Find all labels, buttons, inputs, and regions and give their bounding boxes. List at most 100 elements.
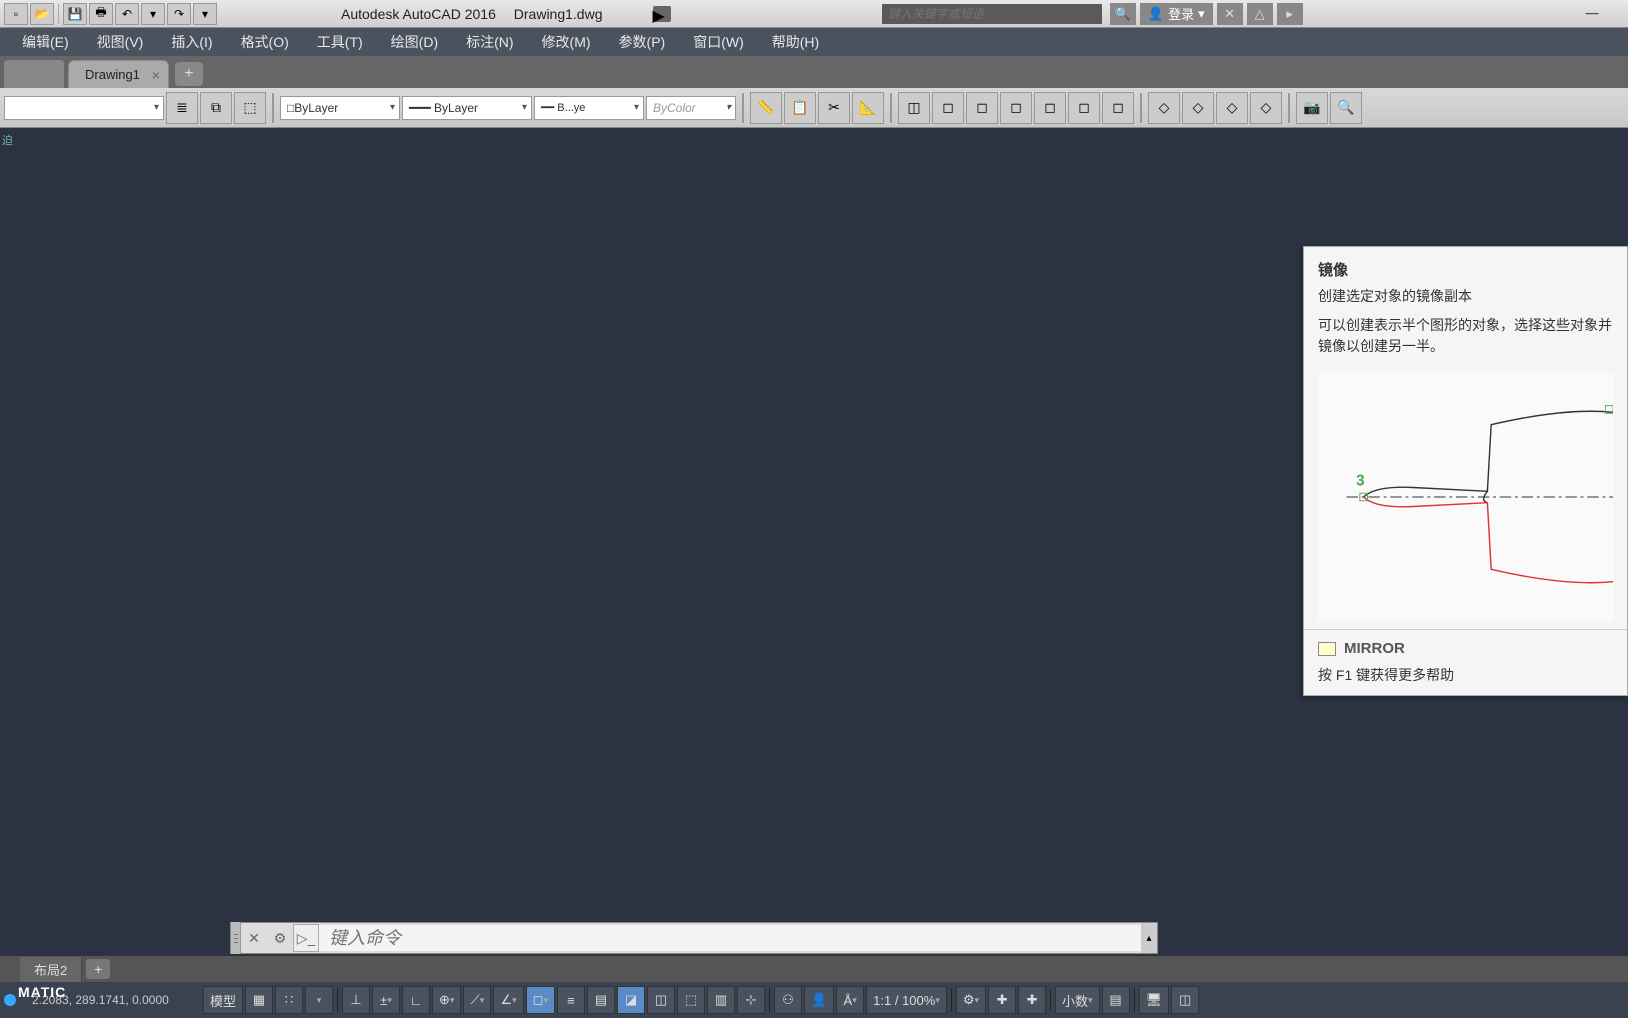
- undo-button[interactable]: ↶: [115, 3, 139, 25]
- ann-vis-button[interactable]: ⚇: [774, 986, 802, 1014]
- print-button[interactable]: 🖶: [89, 3, 113, 25]
- layout-add-button[interactable]: +: [86, 959, 110, 979]
- command-input[interactable]: [319, 925, 1141, 951]
- dyn-button[interactable]: ±: [372, 986, 400, 1014]
- ortho-button[interactable]: ∟: [402, 986, 430, 1014]
- iso-se-button[interactable]: ◇: [1182, 92, 1214, 124]
- command-prompt-icon[interactable]: ▷_: [293, 924, 319, 952]
- scale-button[interactable]: 1:1 / 100%: [866, 986, 947, 1014]
- binoculars-icon[interactable]: 🔍: [1110, 3, 1136, 25]
- iso-ne-button[interactable]: ◇: [1216, 92, 1248, 124]
- hw-button[interactable]: ◫: [1171, 986, 1199, 1014]
- view-left-button[interactable]: ◻: [1000, 92, 1032, 124]
- layer-combo[interactable]: [4, 96, 164, 120]
- exchange-icon[interactable]: ✕: [1217, 3, 1243, 25]
- iso-sw-button[interactable]: ◇: [1148, 92, 1180, 124]
- search-box[interactable]: [882, 4, 1102, 24]
- units-button[interactable]: 小数: [1055, 986, 1100, 1014]
- view-right-button[interactable]: ◻: [1034, 92, 1066, 124]
- layer-iso-button[interactable]: ⧉: [200, 92, 232, 124]
- save-button[interactable]: 💾: [63, 3, 87, 25]
- workspace-button[interactable]: ⚙: [956, 986, 986, 1014]
- layer-prev-button[interactable]: ⬚: [234, 92, 266, 124]
- app-play-icon[interactable]: ▶: [653, 6, 671, 22]
- polar-button[interactable]: ⊕: [432, 986, 461, 1014]
- view-bottom-button[interactable]: ◻: [1102, 92, 1134, 124]
- drawing-canvas[interactable]: 迫 镜像 创建选定对象的镜像副本 可以创建表示半个图形的对象，选择这些对象并镜像…: [0, 128, 1628, 874]
- command-expand-button[interactable]: ▴: [1141, 923, 1157, 953]
- add-tab-button[interactable]: +: [175, 62, 203, 86]
- tab-label: Drawing1: [85, 67, 140, 82]
- window-controls: ─: [1522, 4, 1628, 24]
- menu-dimension[interactable]: 标注(N): [452, 28, 527, 56]
- measure-button[interactable]: 📏: [750, 92, 782, 124]
- block-button[interactable]: ◫: [898, 92, 930, 124]
- minimize-button[interactable]: ─: [1572, 4, 1612, 24]
- qprops2-button[interactable]: ▤: [1102, 986, 1130, 1014]
- redo-drop[interactable]: ▾: [193, 3, 217, 25]
- command-drag-handle[interactable]: [231, 922, 241, 954]
- infer-button[interactable]: ⊥: [342, 986, 370, 1014]
- menu-insert[interactable]: 插入(I): [157, 28, 226, 56]
- canvas-marker: 迫: [2, 132, 13, 148]
- file-tab-drawing1[interactable]: Drawing1 ×: [68, 60, 169, 88]
- undo-drop[interactable]: ▾: [141, 3, 165, 25]
- 3dosnap-button[interactable]: ◫: [647, 986, 675, 1014]
- command-options-button[interactable]: ⚙: [267, 924, 293, 952]
- view-top-button[interactable]: ◻: [932, 92, 964, 124]
- zoom-button[interactable]: 🔍: [1330, 92, 1362, 124]
- a360-icon[interactable]: △: [1247, 3, 1273, 25]
- command-close-button[interactable]: ✕: [241, 924, 267, 952]
- autoscale-button[interactable]: 👤: [804, 986, 834, 1014]
- lock-button[interactable]: 🖥: [1139, 986, 1170, 1014]
- paste-button[interactable]: 📋: [784, 92, 816, 124]
- search-input[interactable]: [888, 7, 1096, 21]
- annmon-button[interactable]: ✚: [988, 986, 1016, 1014]
- new-button[interactable]: ▫: [4, 3, 28, 25]
- plotstyle-combo[interactable]: ByColor: [646, 96, 736, 120]
- iso-nw-button[interactable]: ◇: [1250, 92, 1282, 124]
- view-front-button[interactable]: ◻: [966, 92, 998, 124]
- cycle-button[interactable]: ◪: [617, 986, 645, 1014]
- more-icon[interactable]: ▸: [1277, 3, 1303, 25]
- menu-window[interactable]: 窗口(W): [679, 28, 758, 56]
- transparency-button[interactable]: ▤: [587, 986, 615, 1014]
- snap-drop[interactable]: [305, 986, 333, 1014]
- tab-close-icon[interactable]: ×: [152, 67, 160, 83]
- osnap-track-button[interactable]: ∠: [493, 986, 523, 1014]
- layer-props-button[interactable]: ≣: [166, 92, 198, 124]
- qprops-button[interactable]: ✚: [1018, 986, 1046, 1014]
- ducs-button[interactable]: ⬚: [677, 986, 705, 1014]
- layout-tab-2[interactable]: 布局2: [20, 957, 82, 982]
- annoscale-button[interactable]: Å: [836, 986, 864, 1014]
- command-line[interactable]: ✕ ⚙ ▷_ ▴: [230, 922, 1158, 954]
- cut-button[interactable]: ✂: [818, 92, 850, 124]
- menu-parametric[interactable]: 参数(P): [605, 28, 680, 56]
- gizmo-button[interactable]: ⊹: [737, 986, 765, 1014]
- lineweight-combo[interactable]: ━━ B...ye: [534, 96, 644, 120]
- open-button[interactable]: 📂: [30, 3, 54, 25]
- selfilter-button[interactable]: ▥: [707, 986, 735, 1014]
- props-button[interactable]: 📐: [852, 92, 884, 124]
- menu-format[interactable]: 格式(O): [227, 28, 303, 56]
- lw-button[interactable]: ≡: [557, 986, 585, 1014]
- menu-view[interactable]: 视图(V): [83, 28, 158, 56]
- view-back-button[interactable]: ◻: [1068, 92, 1100, 124]
- color-combo[interactable]: □ByLayer: [280, 96, 400, 120]
- snap-button[interactable]: ∷: [275, 986, 303, 1014]
- linetype-combo[interactable]: ━━━ ByLayer: [402, 96, 532, 120]
- osnap-button[interactable]: ◻: [526, 986, 555, 1014]
- camera-button[interactable]: 📷: [1296, 92, 1328, 124]
- menu-edit[interactable]: 编辑(E): [8, 28, 83, 56]
- iso-button[interactable]: ⟋: [463, 986, 491, 1014]
- user-icon: 👤: [1148, 6, 1164, 22]
- grid-button[interactable]: ▦: [245, 986, 273, 1014]
- menu-help[interactable]: 帮助(H): [758, 28, 833, 56]
- redo-button[interactable]: ↷: [167, 3, 191, 25]
- model-button[interactable]: 模型: [203, 986, 243, 1014]
- menu-draw[interactable]: 绘图(D): [377, 28, 452, 56]
- menu-modify[interactable]: 修改(M): [528, 28, 605, 56]
- menu-tools[interactable]: 工具(T): [303, 28, 377, 56]
- login-button[interactable]: 👤 登录 ▾: [1140, 3, 1213, 25]
- start-tab[interactable]: [4, 60, 64, 88]
